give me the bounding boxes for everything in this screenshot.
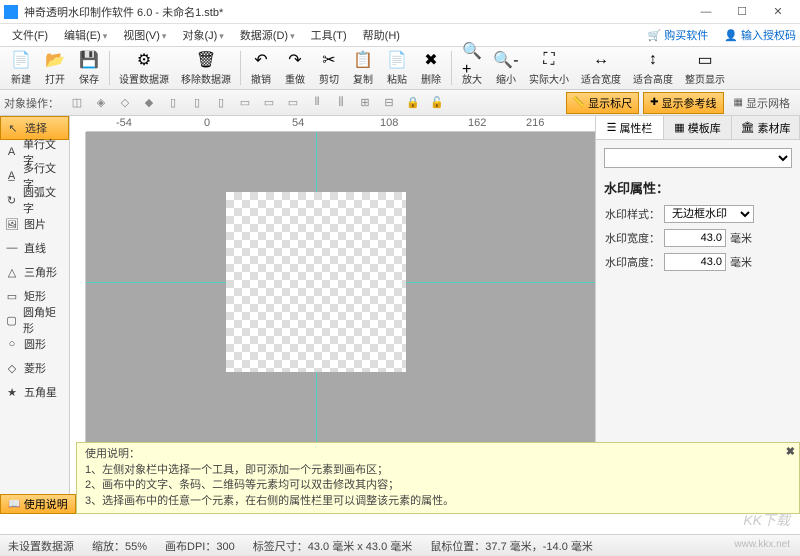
menu-tools[interactable]: 工具(T): [303, 27, 355, 43]
toolbar-新建[interactable]: 📄新建: [4, 48, 38, 88]
menubar: 文件(F) 编辑(E)▾ 视图(V)▾ 对象(J)▾ 数据源(D)▾ 工具(T)…: [0, 24, 800, 46]
menu-datasource[interactable]: 数据源(D)▾: [232, 27, 303, 43]
tool-菱形[interactable]: ◇菱形: [0, 356, 69, 380]
toolbar-保存[interactable]: 💾保存: [72, 48, 106, 88]
toolbar-打开[interactable]: 📂打开: [38, 48, 72, 88]
toolbar-移除数据源[interactable]: 🗑移除数据源: [175, 48, 237, 88]
close-button[interactable]: ✕: [760, 0, 796, 24]
license-link[interactable]: 👤 输入授权码: [724, 27, 796, 43]
lock-icon[interactable]: 🔒: [402, 93, 424, 113]
toolbar-设置数据源[interactable]: ⚙设置数据源: [113, 48, 175, 88]
align-icon[interactable]: ▯: [210, 93, 232, 113]
layer-icon[interactable]: ◫: [66, 93, 88, 113]
titlebar: 神奇透明水印制作软件 6.0 - 未命名1.stb* — ☐ ✕: [0, 0, 800, 24]
status-dpi: 画布DPI：300: [165, 538, 235, 554]
tool-图片[interactable]: 🖼图片: [0, 212, 69, 236]
usage-tab[interactable]: 📖 使用说明: [0, 494, 76, 514]
menu-file[interactable]: 文件(F): [4, 27, 56, 43]
object-ops-label: 对象操作：: [4, 95, 59, 111]
toolbar-适合高度[interactable]: ↕适合高度: [627, 48, 679, 88]
watermark-style-select[interactable]: 无边框水印: [664, 205, 754, 223]
status-zoom: 缩放：55%: [92, 538, 147, 554]
dist-icon[interactable]: ⫴: [306, 93, 328, 113]
window-title: 神奇透明水印制作软件 6.0 - 未命名1.stb*: [24, 4, 688, 20]
toolbar-适合宽度[interactable]: ↔适合宽度: [575, 48, 627, 88]
maximize-button[interactable]: ☐: [724, 0, 760, 24]
watermark-width-input[interactable]: [664, 229, 726, 247]
show-grid-button[interactable]: ▦ 显示网格: [728, 93, 796, 113]
align-icon[interactable]: ▭: [258, 93, 280, 113]
panel-tabs: ☰属性栏 ▦模板库 🏛素材库: [596, 116, 800, 140]
toolbar-剪切[interactable]: ✂剪切: [312, 48, 346, 88]
toolbar-复制[interactable]: 📋复制: [346, 48, 380, 88]
toolbar-删除[interactable]: ✖删除: [414, 48, 448, 88]
status-mouse: 鼠标位置：37.7 毫米，-14.0 毫米: [430, 538, 593, 554]
minimize-button[interactable]: —: [688, 0, 724, 24]
toolbar-重做[interactable]: ↷重做: [278, 48, 312, 88]
element-select[interactable]: [604, 148, 792, 168]
buy-link[interactable]: 🛒 购买软件: [648, 27, 709, 43]
tool-三角形[interactable]: △三角形: [0, 260, 69, 284]
menu-edit[interactable]: 编辑(E)▾: [56, 27, 115, 43]
group-icon[interactable]: ⊞: [354, 93, 376, 113]
ruler-horizontal: -54 0 54 108 162 216: [86, 116, 595, 132]
tool-五角星[interactable]: ★五角星: [0, 380, 69, 404]
toolbar-粘贴[interactable]: 📄粘贴: [380, 48, 414, 88]
tool-sidebar: ↖选择A单行文字A̲多行文字↻圆弧文字🖼图片—直线△三角形▭矩形▢圆角矩形○圆形…: [0, 116, 70, 514]
align-icon[interactable]: ▯: [162, 93, 184, 113]
show-ruler-button[interactable]: 📏 显示标尺: [566, 92, 639, 114]
tool-直线[interactable]: —直线: [0, 236, 69, 260]
object-toolbar: 对象操作： ◫ ◈ ◇ ◆ ▯ ▯ ▯ ▭ ▭ ▭ ⫴ ⫼ ⊞ ⊟ 🔒 🔓 📏 …: [0, 90, 800, 116]
help-panel: 使用说明： 1、左侧对象栏中选择一个工具，即可添加一个元素到画布区； 2、画布中…: [76, 442, 800, 514]
status-size: 标签尺寸：43.0 毫米 x 43.0 毫米: [253, 538, 413, 554]
app-icon: [4, 5, 18, 19]
group-icon[interactable]: ⊟: [378, 93, 400, 113]
artboard[interactable]: [226, 192, 406, 372]
tab-properties[interactable]: ☰属性栏: [596, 116, 664, 139]
layer-icon[interactable]: ◇: [114, 93, 136, 113]
help-close-icon[interactable]: ✖: [786, 445, 795, 460]
toolbar-实际大小[interactable]: ⛶实际大小: [523, 48, 575, 88]
toolbar-整页显示[interactable]: ▭整页显示: [679, 48, 731, 88]
toolbar-缩小[interactable]: 🔍-缩小: [489, 48, 523, 88]
menu-help[interactable]: 帮助(H): [355, 27, 408, 43]
statusbar: 未设置数据源 缩放：55% 画布DPI：300 标签尺寸：43.0 毫米 x 4…: [0, 534, 800, 556]
menu-view[interactable]: 视图(V)▾: [115, 27, 174, 43]
toolbar-放大[interactable]: 🔍+放大: [455, 48, 489, 88]
show-guides-button[interactable]: ✚ 显示参考线: [643, 92, 723, 114]
tab-templates[interactable]: ▦模板库: [664, 116, 732, 139]
unlock-icon[interactable]: 🔓: [426, 93, 448, 113]
toolbar-撤销[interactable]: ↶撤销: [244, 48, 278, 88]
section-title: 水印属性：: [604, 178, 792, 197]
tab-assets[interactable]: 🏛素材库: [732, 116, 800, 139]
layer-icon[interactable]: ◈: [90, 93, 112, 113]
tool-圆形[interactable]: ○圆形: [0, 332, 69, 356]
tool-圆角矩形[interactable]: ▢圆角矩形: [0, 308, 69, 332]
tool-圆弧文字[interactable]: ↻圆弧文字: [0, 188, 69, 212]
site-watermark: KK下载: [743, 510, 790, 530]
site-url: www.kkx.net: [734, 539, 790, 550]
align-icon[interactable]: ▭: [234, 93, 256, 113]
status-datasource: 未设置数据源: [8, 538, 74, 554]
dist-icon[interactable]: ⫼: [330, 93, 352, 113]
main-toolbar: 📄新建📂打开💾保存⚙设置数据源🗑移除数据源↶撤销↷重做✂剪切📋复制📄粘贴✖删除🔍…: [0, 46, 800, 90]
watermark-height-input[interactable]: [664, 253, 726, 271]
layer-icon[interactable]: ◆: [138, 93, 160, 113]
align-icon[interactable]: ▭: [282, 93, 304, 113]
menu-object[interactable]: 对象(J)▾: [174, 27, 231, 43]
align-icon[interactable]: ▯: [186, 93, 208, 113]
